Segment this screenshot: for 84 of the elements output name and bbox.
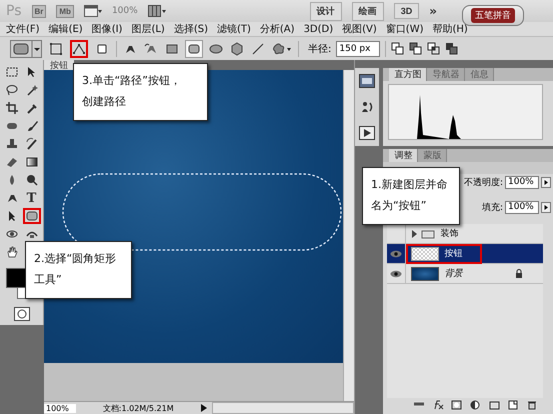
- menu-item[interactable]: 编辑(E): [48, 22, 83, 36]
- rounded-rectangle-icon[interactable]: [187, 42, 201, 56]
- dodge-icon[interactable]: [24, 173, 38, 187]
- radius-field[interactable]: 150 px: [336, 40, 380, 56]
- gradient-icon[interactable]: [24, 155, 38, 169]
- combine-mode-icon[interactable]: [391, 42, 404, 55]
- callout-tooltip: 3.单击“路径”按钮，创建路径: [73, 63, 208, 121]
- input-method-button[interactable]: 五笔拼音: [471, 8, 515, 22]
- line-icon[interactable]: [251, 42, 265, 56]
- layer-name[interactable]: 装饰: [440, 227, 458, 240]
- radius-label: 半径:: [308, 42, 332, 56]
- menu-item[interactable]: 文件(F): [6, 22, 40, 36]
- transparent-thumbnail: [411, 246, 440, 260]
- rectangle-icon[interactable]: [165, 42, 179, 56]
- ellipse-icon[interactable]: [209, 42, 223, 56]
- menu-item[interactable]: 图层(L): [131, 22, 165, 36]
- trash-icon[interactable]: [527, 400, 539, 410]
- horizontal-scrollbar[interactable]: [212, 402, 354, 414]
- workspace-button[interactable]: 绘画: [352, 2, 384, 20]
- callout-tooltip: 2.选择“圆角矩形工具”: [25, 241, 132, 299]
- opacity-label: 不透明度:: [464, 176, 503, 189]
- fx-icon[interactable]: [432, 400, 444, 410]
- crop-icon[interactable]: [4, 101, 18, 115]
- menu-item[interactable]: 帮助(H): [432, 22, 468, 36]
- menu-item[interactable]: 选择(S): [174, 22, 208, 36]
- document-info: 文档:1.02M/5.21M: [102, 402, 175, 414]
- menu-item[interactable]: 3D(D): [304, 24, 334, 34]
- callout-tooltip: 1.新建图层并命名为“按钮”: [362, 167, 460, 225]
- fill-label: 填充:: [482, 202, 503, 214]
- stamp-icon[interactable]: [4, 137, 18, 151]
- adjustment-icon[interactable]: [470, 400, 482, 410]
- combine-mode-icon[interactable]: [409, 42, 422, 55]
- menu-item[interactable]: 视图(V): [342, 22, 377, 36]
- marquee-icon[interactable]: [4, 65, 18, 79]
- opacity-field[interactable]: 100%: [505, 176, 539, 189]
- layer-name[interactable]: 按钮: [444, 247, 462, 260]
- type-tool[interactable]: T: [22, 190, 40, 206]
- layer-name[interactable]: 背景: [444, 267, 462, 280]
- layer-row[interactable]: 按钮: [387, 244, 543, 264]
- history-brush-icon[interactable]: [24, 137, 38, 151]
- quick-mask-icon[interactable]: [14, 307, 30, 321]
- bridge-panel-icon[interactable]: [359, 74, 376, 88]
- combine-mode-icon[interactable]: [445, 42, 458, 55]
- combine-mode-icon[interactable]: [427, 42, 440, 55]
- app-button[interactable]: Br: [32, 4, 46, 18]
- fill-pixels-icon[interactable]: [95, 42, 109, 56]
- more-button[interactable]: »: [429, 4, 437, 18]
- clone-source-icon[interactable]: [360, 100, 374, 114]
- app-logo: Ps: [6, 3, 22, 19]
- eraser-icon[interactable]: [4, 155, 18, 169]
- menu-item[interactable]: 图像(I): [92, 22, 122, 36]
- layer-row[interactable]: 背景: [387, 264, 543, 284]
- paths-icon[interactable]: [72, 42, 86, 56]
- menu-item[interactable]: 滤镜(T): [216, 22, 251, 36]
- menu-item[interactable]: 窗口(W): [386, 22, 424, 36]
- shape-layers-icon[interactable]: [49, 42, 63, 56]
- menu-item[interactable]: 分析(A): [260, 22, 295, 36]
- panel-tab[interactable]: 直方图: [389, 68, 428, 81]
- screen-mode-icon[interactable]: [84, 5, 102, 17]
- arrow-button-icon[interactable]: [541, 177, 551, 188]
- freeform-pen-icon[interactable]: [144, 42, 158, 56]
- lasso-icon[interactable]: [4, 83, 18, 97]
- fill-field[interactable]: 100%: [505, 201, 539, 214]
- hand-icon[interactable]: [4, 245, 18, 259]
- app-button[interactable]: Mb: [56, 4, 74, 18]
- polygon-icon[interactable]: [230, 42, 244, 56]
- new-layer-icon[interactable]: [508, 400, 520, 410]
- wand-icon[interactable]: [24, 83, 38, 97]
- workspace-button[interactable]: 设计: [310, 2, 342, 20]
- workspace-button[interactable]: 3D: [394, 3, 420, 19]
- arrange-icon[interactable]: [148, 5, 166, 17]
- custom-shape-icon[interactable]: [272, 42, 292, 56]
- tool-preset-icon[interactable]: [10, 40, 42, 58]
- play-icon[interactable]: [200, 403, 208, 413]
- document-tab[interactable]: 按钮: [44, 60, 74, 70]
- vertical-scrollbar[interactable]: [343, 70, 354, 401]
- arrow-button-icon[interactable]: [541, 202, 551, 213]
- rounded-rectangle-icon[interactable]: [24, 209, 38, 223]
- eye-icon[interactable]: [390, 270, 402, 278]
- mask-icon[interactable]: [451, 400, 463, 410]
- play-icon[interactable]: [359, 126, 376, 140]
- panel-tab[interactable]: 调整: [389, 149, 418, 162]
- zoom-field[interactable]: 100%: [44, 404, 76, 412]
- layer-thumbnail: [411, 266, 440, 280]
